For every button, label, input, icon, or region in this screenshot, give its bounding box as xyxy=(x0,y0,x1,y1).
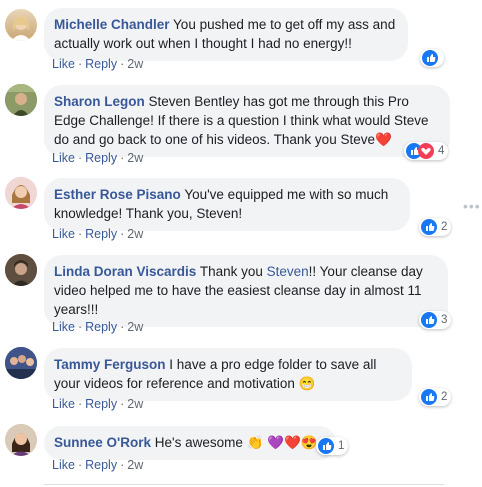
reaction-count: 2 xyxy=(441,391,448,403)
comment-time[interactable]: 2w xyxy=(127,397,143,411)
avatar[interactable] xyxy=(5,84,37,116)
avatar-photo-icon xyxy=(5,424,37,456)
emoji-group: 👏 💜❤️😍 xyxy=(246,435,318,450)
like-button[interactable]: Like xyxy=(52,320,75,334)
like-button[interactable]: Like xyxy=(52,458,75,472)
comment-actions: Like · Reply · 2w xyxy=(52,151,144,165)
comment-actions: Like · Reply · 2w xyxy=(52,57,144,71)
like-icon xyxy=(318,438,334,454)
comment-author[interactable]: Michelle Chandler xyxy=(54,17,170,32)
reply-button[interactable]: Reply xyxy=(85,227,117,241)
like-button[interactable]: Like xyxy=(52,57,75,71)
avatar-photo-icon xyxy=(5,347,37,379)
reply-button[interactable]: Reply xyxy=(85,320,117,334)
heart-emoji: ❤️ xyxy=(374,132,392,147)
reaction-count: 3 xyxy=(441,314,448,326)
reaction-count: 1 xyxy=(338,440,345,452)
mention-link[interactable]: Steven xyxy=(267,264,309,279)
avatar-photo-icon xyxy=(5,177,37,209)
like-button[interactable]: Like xyxy=(52,151,75,165)
comment-time[interactable]: 2w xyxy=(127,320,143,334)
reaction-count: 2 xyxy=(441,221,448,233)
comment-author[interactable]: Sunnee O'Rork xyxy=(54,435,151,450)
comment-actions: Like · Reply · 2w xyxy=(52,397,144,411)
comment-bubble: Sharon Legon Steven Bentley has got me t… xyxy=(44,85,450,157)
reaction-summary[interactable] xyxy=(420,49,444,67)
comment-actions: Like · Reply · 2w xyxy=(52,227,144,241)
comment-bubble: Tammy Ferguson I have a pro edge folder … xyxy=(44,348,412,401)
like-button[interactable]: Like xyxy=(52,397,75,411)
avatar[interactable] xyxy=(5,254,37,286)
avatar-photo-icon xyxy=(5,84,37,116)
avatar[interactable] xyxy=(5,424,37,456)
like-icon xyxy=(421,219,437,235)
avatar[interactable] xyxy=(5,347,37,379)
like-icon xyxy=(421,312,437,328)
comment-text-start: Thank you xyxy=(199,264,267,279)
comment-bubble: Linda Doran Viscardis Thank you Steven!!… xyxy=(44,255,448,327)
comment-author[interactable]: Esther Rose Pisano xyxy=(54,187,181,202)
reply-button[interactable]: Reply xyxy=(85,458,117,472)
reply-button[interactable]: Reply xyxy=(85,151,117,165)
divider xyxy=(44,484,444,485)
like-icon xyxy=(422,50,438,66)
comment-time[interactable]: 2w xyxy=(127,227,143,241)
comment-bubble: Michelle Chandler You pushed me to get o… xyxy=(44,8,408,61)
comment-text: He's awesome xyxy=(154,435,243,450)
like-icon xyxy=(421,389,437,405)
avatar[interactable] xyxy=(5,177,37,209)
reply-button[interactable]: Reply xyxy=(85,397,117,411)
reaction-summary[interactable]: 2 xyxy=(419,388,452,406)
reply-button[interactable]: Reply xyxy=(85,57,117,71)
reaction-summary[interactable]: 3 xyxy=(419,311,452,329)
comment-time[interactable]: 2w xyxy=(127,458,143,472)
avatar-photo-icon xyxy=(5,254,37,286)
more-options-icon[interactable]: ••• xyxy=(463,198,481,214)
reaction-count: 4 xyxy=(438,145,445,157)
comment-actions: Like · Reply · 2w xyxy=(52,320,144,334)
comment-bubble: Esther Rose Pisano You've equipped me wi… xyxy=(44,178,410,231)
comment-author[interactable]: Tammy Ferguson xyxy=(54,357,166,372)
grin-emoji: 😁 xyxy=(298,376,316,391)
comment-time[interactable]: 2w xyxy=(127,151,143,165)
comment-author[interactable]: Sharon Legon xyxy=(54,94,145,109)
comment-time[interactable]: 2w xyxy=(127,57,143,71)
love-icon xyxy=(418,143,434,159)
comment-actions: Like · Reply · 2w xyxy=(52,458,144,472)
reaction-summary[interactable]: 4 xyxy=(404,142,449,160)
avatar[interactable] xyxy=(5,9,37,41)
comment-bubble: Sunnee O'Rork He's awesome 👏 💜❤️😍 xyxy=(44,426,336,460)
reaction-summary[interactable]: 2 xyxy=(419,218,452,236)
reaction-summary[interactable]: 1 xyxy=(316,437,349,455)
like-button[interactable]: Like xyxy=(52,227,75,241)
avatar-photo-icon xyxy=(11,16,31,41)
comment-author[interactable]: Linda Doran Viscardis xyxy=(54,264,196,279)
